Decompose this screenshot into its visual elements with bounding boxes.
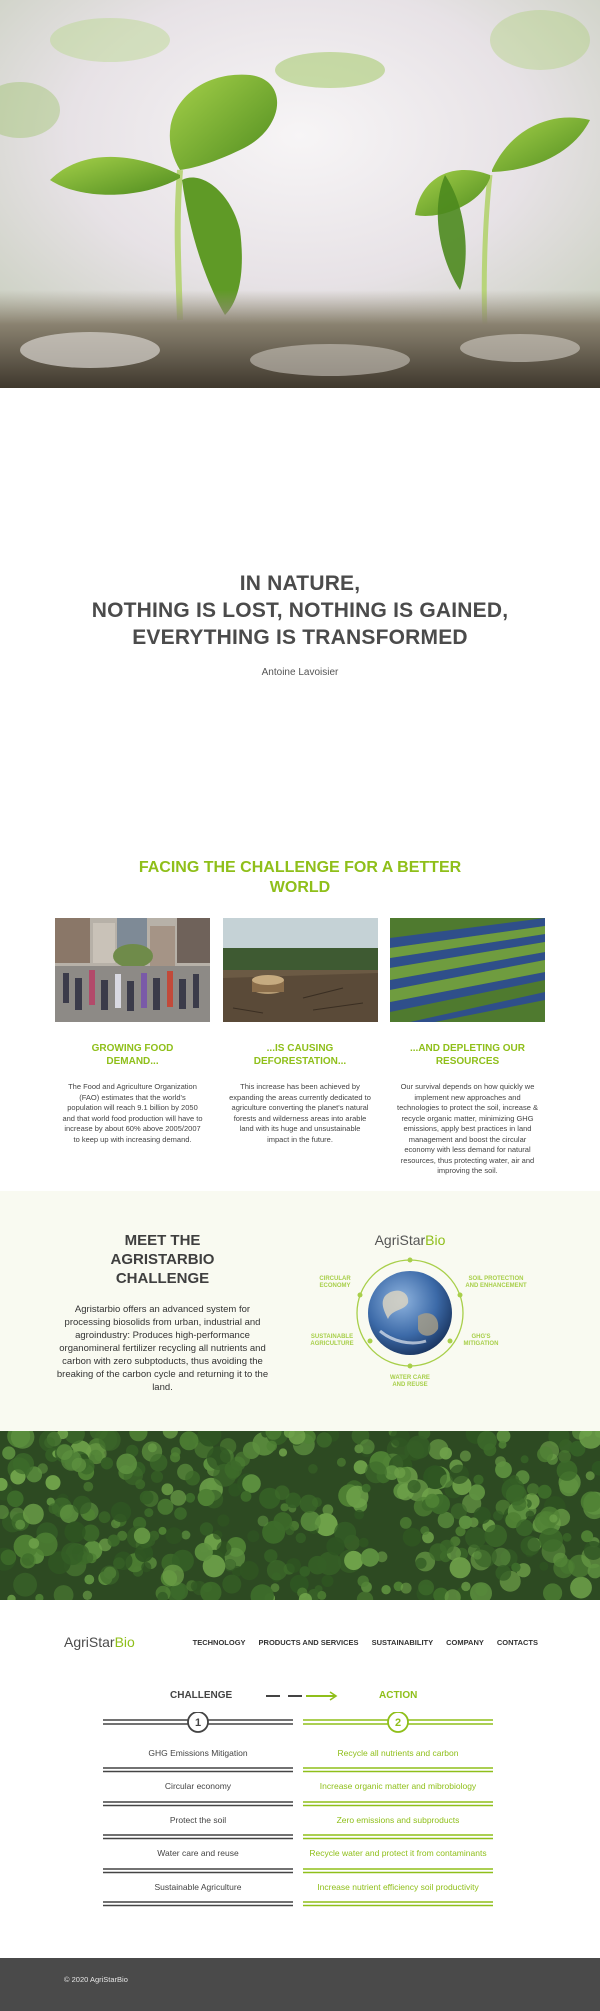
solar-field-photo <box>390 918 545 1022</box>
svg-text:WATER CARE: WATER CARE <box>390 1375 430 1381</box>
card-text: Our survival depends on how quickly we i… <box>397 1082 538 1175</box>
card-title-line-1: GROWING FOOD <box>91 1043 174 1054</box>
action-item: Increase organic matter and mibrobiology <box>319 1781 477 1791</box>
action-item: Recycle all nutrients and carbon <box>337 1747 459 1758</box>
card-food-demand: GROWING FOOD DEMAND... The Food and Agri… <box>55 918 210 1177</box>
challenge-item: GHG Emissions Mitigation <box>148 1747 248 1758</box>
challenge-title-line-2: WORLD <box>269 879 331 896</box>
quote-line-2: NOTHING IS LOST, NOTHING IS GAINED, <box>91 599 509 622</box>
challenge-item: Water care and reuse <box>157 1848 239 1858</box>
arrow-right-icon <box>266 1691 338 1701</box>
challenge-heading: CHALLENGE <box>170 1690 233 1701</box>
svg-text:AGRICULTURE: AGRICULTURE <box>310 1341 353 1347</box>
meet-section: MEET THE AGRISTARBIO CHALLENGE Agristarb… <box>0 1191 600 1431</box>
agristarbio-diagram: AgriStarBio CIRCULAR ECONOMY SOIL PROTEC… <box>300 1191 540 1431</box>
quote-line-1: IN NATURE, <box>239 572 361 595</box>
action-item: Recycle water and protect it from contam… <box>309 1848 487 1858</box>
copyright-text: © 2020 AgriStarBio <box>64 1975 128 1984</box>
step-2-number: 2 <box>395 1717 401 1729</box>
quote-line-3: EVERYTHING IS TRANSFORMED <box>132 626 468 649</box>
meet-title-line-1: MEET THE <box>124 1232 201 1249</box>
card-resources: ...AND DEPLETING OUR RESOURCES Our survi… <box>390 918 545 1177</box>
svg-text:GHG'S: GHG'S <box>471 1334 490 1340</box>
meet-text: Agristarbio offers an advanced system fo… <box>56 1304 269 1393</box>
challenge-item: Protect the soil <box>169 1814 227 1825</box>
card-title: ...AND DEPLETING OUR RESOURCES <box>390 1042 545 1068</box>
nav-technology[interactable]: TECHNOLOGY <box>193 1638 246 1647</box>
quote-section: IN NATURE, NOTHING IS LOST, NOTHING IS G… <box>0 570 600 678</box>
svg-text:ECONOMY: ECONOMY <box>319 1283 350 1289</box>
meet-title-line-3: CHALLENGE <box>115 1270 210 1287</box>
challenge-action-section: CHALLENGE ACTION 1 2 GHG Emissions Mitig… <box>0 1680 600 1910</box>
challenge-item: Sustainable Agriculture <box>154 1881 242 1892</box>
card-title-line-2: DEFORESTATION... <box>253 1056 347 1067</box>
svg-text:SOIL PROTECTION: SOIL PROTECTION <box>469 1276 524 1282</box>
seedlings-illustration <box>0 0 600 388</box>
main-menu: TECHNOLOGY PRODUCTS AND SERVICES SUSTAIN… <box>193 1638 538 1647</box>
card-deforestation: ...IS CAUSING DEFORESTATION... This incr… <box>222 918 378 1177</box>
crowd-photo <box>55 918 210 1022</box>
site-footer: © 2020 AgriStarBio <box>0 1958 600 2011</box>
meet-title: MEET THE AGRISTARBIO CHALLENGE <box>45 1231 280 1288</box>
challenge-item: Circular economy <box>164 1781 232 1791</box>
nav-sustainability[interactable]: SUSTAINABILITY <box>372 1638 434 1647</box>
quote-text: IN NATURE, NOTHING IS LOST, NOTHING IS G… <box>0 570 600 651</box>
row-divider <box>103 1901 493 1907</box>
meet-title-line-2: AGRISTARBIO <box>110 1251 215 1268</box>
nav-company[interactable]: COMPANY <box>446 1638 484 1647</box>
card-title-line-1: ...IS CAUSING <box>266 1043 334 1054</box>
forest-aerial-image <box>0 1431 600 1600</box>
card-title-line-1: ...AND DEPLETING OUR <box>409 1043 525 1054</box>
svg-text:AND ENHANCEMENT: AND ENHANCEMENT <box>465 1283 527 1289</box>
svg-text:MITIGATION: MITIGATION <box>464 1341 499 1347</box>
quote-author: Antoine Lavoisier <box>261 667 339 678</box>
challenge-title-line-1: FACING THE CHALLENGE FOR A BETTER <box>138 859 462 876</box>
action-item: Increase nutrient efficiency soil produc… <box>317 1881 479 1892</box>
deforestation-photo <box>222 918 378 1022</box>
svg-text:SUSTAINABLE: SUSTAINABLE <box>311 1334 353 1340</box>
card-text: This increase has been achieved by expan… <box>229 1082 371 1144</box>
site-logo[interactable]: AgriStarBio <box>64 1634 135 1650</box>
hero-image <box>0 0 600 388</box>
svg-text:CIRCULAR: CIRCULAR <box>319 1276 351 1282</box>
action-heading: ACTION <box>379 1690 418 1701</box>
challenge-cards: GROWING FOOD DEMAND... The Food and Agri… <box>55 918 545 1177</box>
card-title: ...IS CAUSING DEFORESTATION... <box>223 1042 378 1068</box>
diagram-brand: AgriStarBio <box>375 1232 446 1248</box>
nav-products-and-services[interactable]: PRODUCTS AND SERVICES <box>259 1638 359 1647</box>
logo-text: AgriStar <box>64 1634 115 1650</box>
action-item: Zero emissions and subproducts <box>336 1814 460 1825</box>
nav-contacts[interactable]: CONTACTS <box>497 1638 538 1647</box>
card-text: The Food and Agriculture Organization (F… <box>62 1082 203 1144</box>
card-title-line-2: DEMAND... <box>106 1056 159 1067</box>
challenge-title: FACING THE CHALLENGE FOR A BETTER WORLD <box>0 858 600 898</box>
card-title-line-2: RESOURCES <box>435 1056 500 1067</box>
svg-text:AND REUSE: AND REUSE <box>392 1382 427 1388</box>
card-title: GROWING FOOD DEMAND... <box>55 1042 210 1068</box>
site-navigation: AgriStarBio TECHNOLOGY PRODUCTS AND SERV… <box>0 1600 600 1680</box>
logo-accent: Bio <box>114 1634 135 1650</box>
step-header: 1 2 <box>103 1712 493 1733</box>
step-1-number: 1 <box>195 1717 201 1729</box>
